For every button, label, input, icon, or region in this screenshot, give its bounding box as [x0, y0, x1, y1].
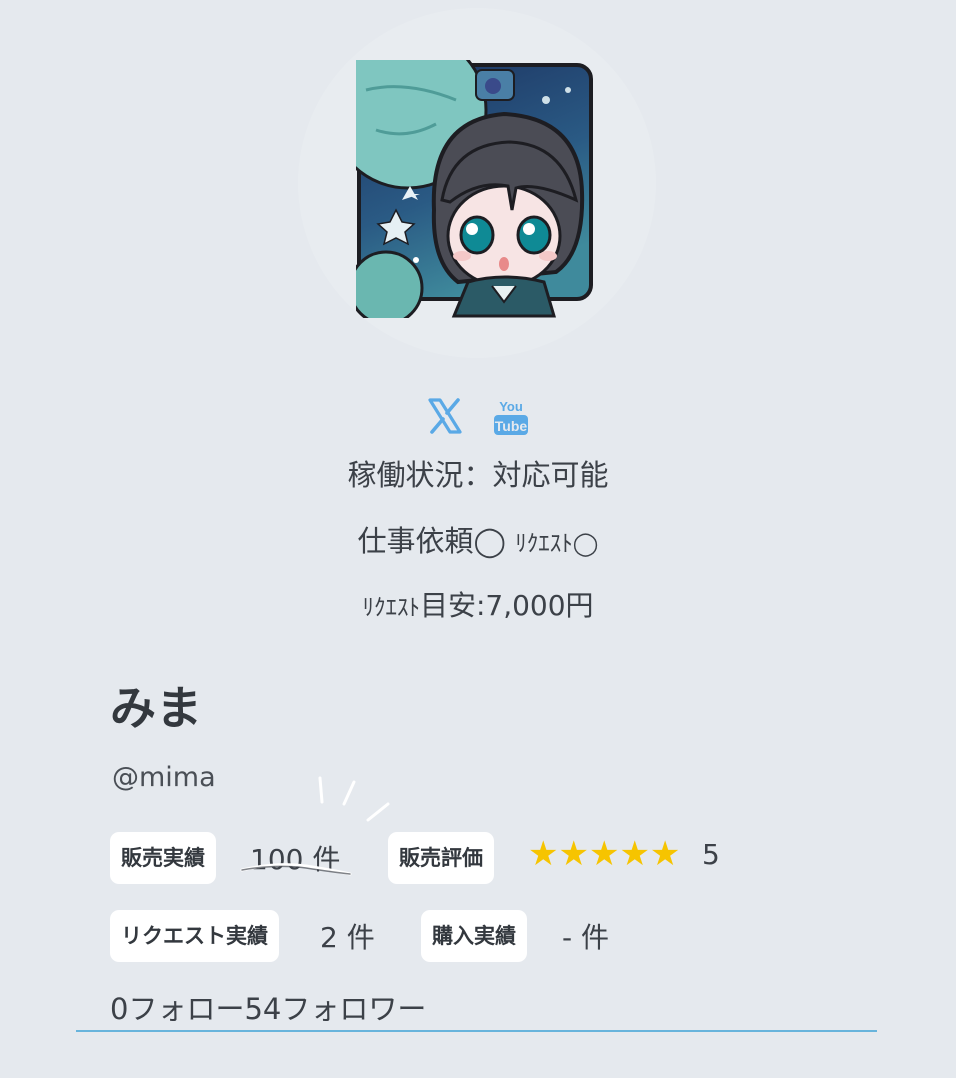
profile-handle: @mima [112, 762, 216, 793]
x-logo-icon[interactable] [427, 396, 463, 436]
request-price-prefix: ﾘｸｴｽﾄ [362, 595, 420, 621]
youtube-logo-text-top: You [499, 399, 523, 414]
follow-counts-link[interactable]: 0フォロー54フォロワー [110, 986, 426, 1028]
youtube-logo-icon[interactable]: You Tube [493, 396, 529, 436]
request-price-guide: ﾘｸｴｽﾄ目安:7,000円 [0, 584, 956, 624]
sales-rating-value: 5 [702, 838, 720, 871]
profile-page: You Tube 稼働状況：対応可能 仕事依頼◯ ﾘｸｴｽﾄ◯ ﾘｸｴｽﾄ目安:… [0, 0, 956, 1078]
request-status: ﾘｸｴｽﾄ◯ [515, 531, 599, 557]
social-links: You Tube [0, 396, 956, 436]
purchase-record-label: 購入実績 [421, 910, 527, 962]
avatar-illustration-icon[interactable] [356, 60, 638, 318]
work-request-status: 仕事依頼◯ [357, 524, 516, 558]
rating-stars: ★★★★★ [528, 834, 681, 874]
youtube-logo-text-bottom: Tube [495, 418, 528, 434]
section-divider [76, 1030, 877, 1032]
purchase-record-value: - 件 [562, 921, 610, 954]
sparkle-underline-decoration [240, 776, 390, 876]
accepting-requests: 仕事依頼◯ ﾘｸｴｽﾄ◯ [0, 518, 956, 560]
sales-record-label: 販売実績 [110, 832, 216, 884]
sales-rating-label: 販売評価 [388, 832, 494, 884]
request-record-value: 2 件 [320, 921, 375, 954]
request-price-text: 目安:7,000円 [419, 589, 594, 622]
availability-status: 稼働状況：対応可能 [347, 458, 609, 492]
profile-name: みま [110, 681, 202, 735]
request-record-label: リクエスト実績 [110, 910, 279, 962]
